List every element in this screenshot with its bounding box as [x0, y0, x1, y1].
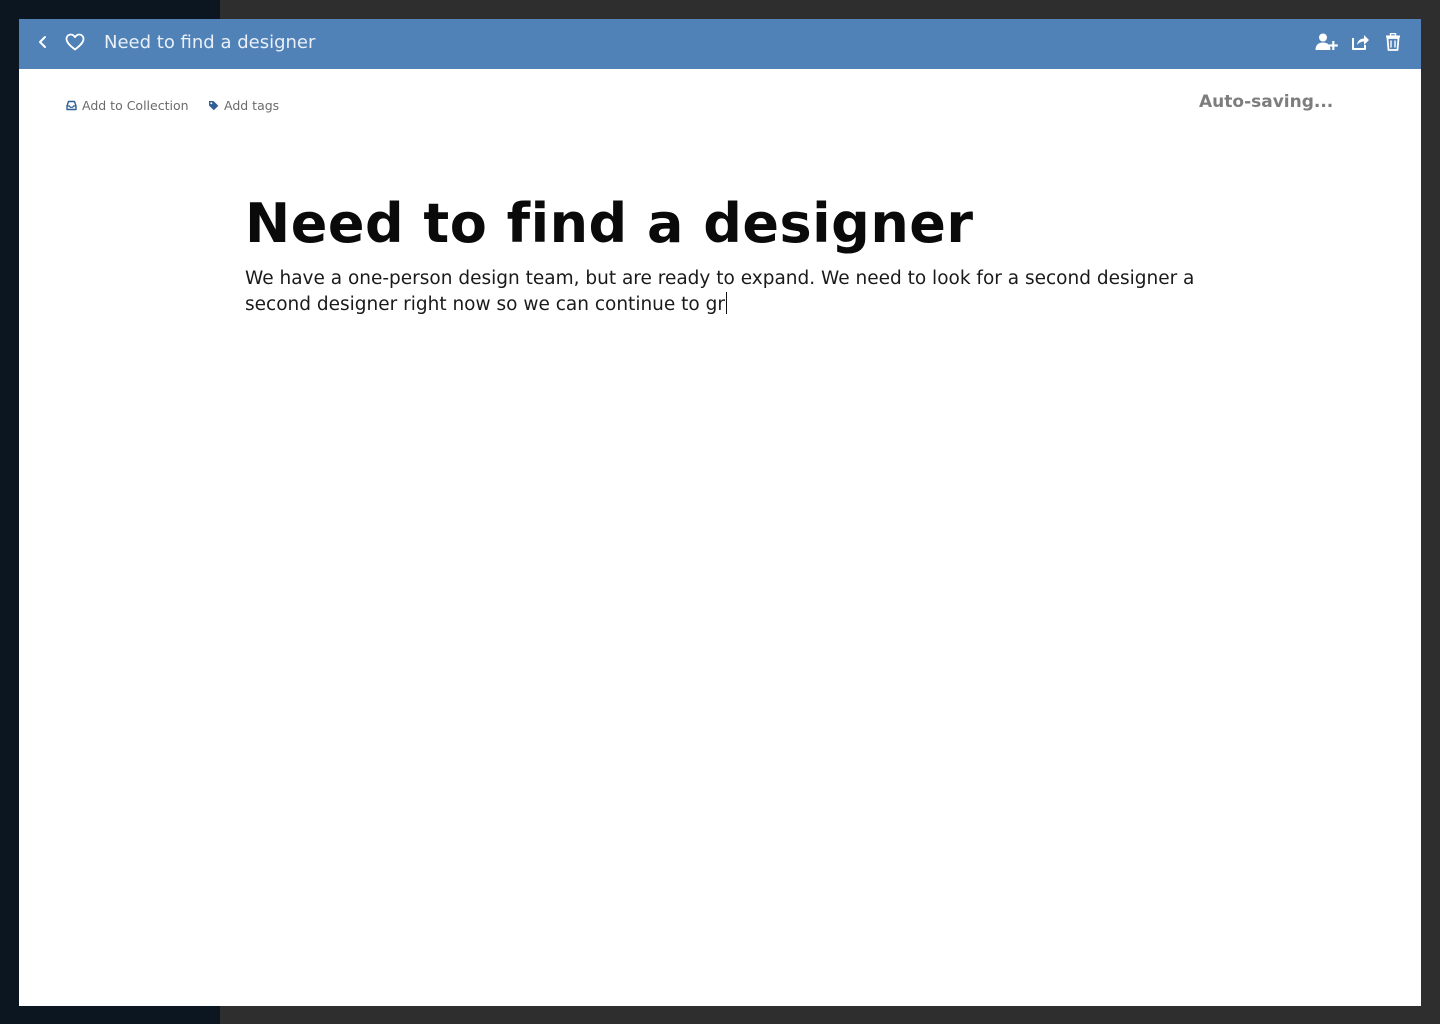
- chevron-left-icon: [37, 35, 49, 54]
- tag-icon: [208, 100, 219, 111]
- note-editor-modal: Need to find a designer Add to Collectio…: [19, 19, 1421, 1006]
- trash-icon: [1385, 32, 1401, 56]
- favorite-button[interactable]: [63, 31, 87, 57]
- share-icon: [1350, 33, 1370, 56]
- header-title: Need to find a designer: [104, 32, 316, 53]
- heart-outline-icon: [65, 33, 85, 56]
- add-to-collection-link[interactable]: Add to Collection: [66, 98, 189, 113]
- autosave-status: Auto-saving...: [1199, 92, 1334, 112]
- editor-header: Need to find a designer: [19, 19, 1421, 69]
- delete-button[interactable]: [1383, 32, 1403, 56]
- user-plus-icon: [1314, 32, 1338, 57]
- inbox-icon: [66, 100, 77, 111]
- add-collaborator-button[interactable]: [1313, 32, 1339, 56]
- add-to-collection-label: Add to Collection: [82, 98, 189, 113]
- back-button[interactable]: [33, 32, 53, 56]
- document-title[interactable]: Need to find a designer: [245, 191, 974, 257]
- share-button[interactable]: [1349, 32, 1371, 56]
- add-tags-label: Add tags: [224, 98, 280, 113]
- document-body-text: We have a one-person design team, but ar…: [245, 268, 1195, 315]
- add-tags-link[interactable]: Add tags: [208, 98, 279, 113]
- document-body-editor[interactable]: We have a one-person design team, but ar…: [245, 266, 1195, 318]
- text-cursor: [725, 292, 727, 314]
